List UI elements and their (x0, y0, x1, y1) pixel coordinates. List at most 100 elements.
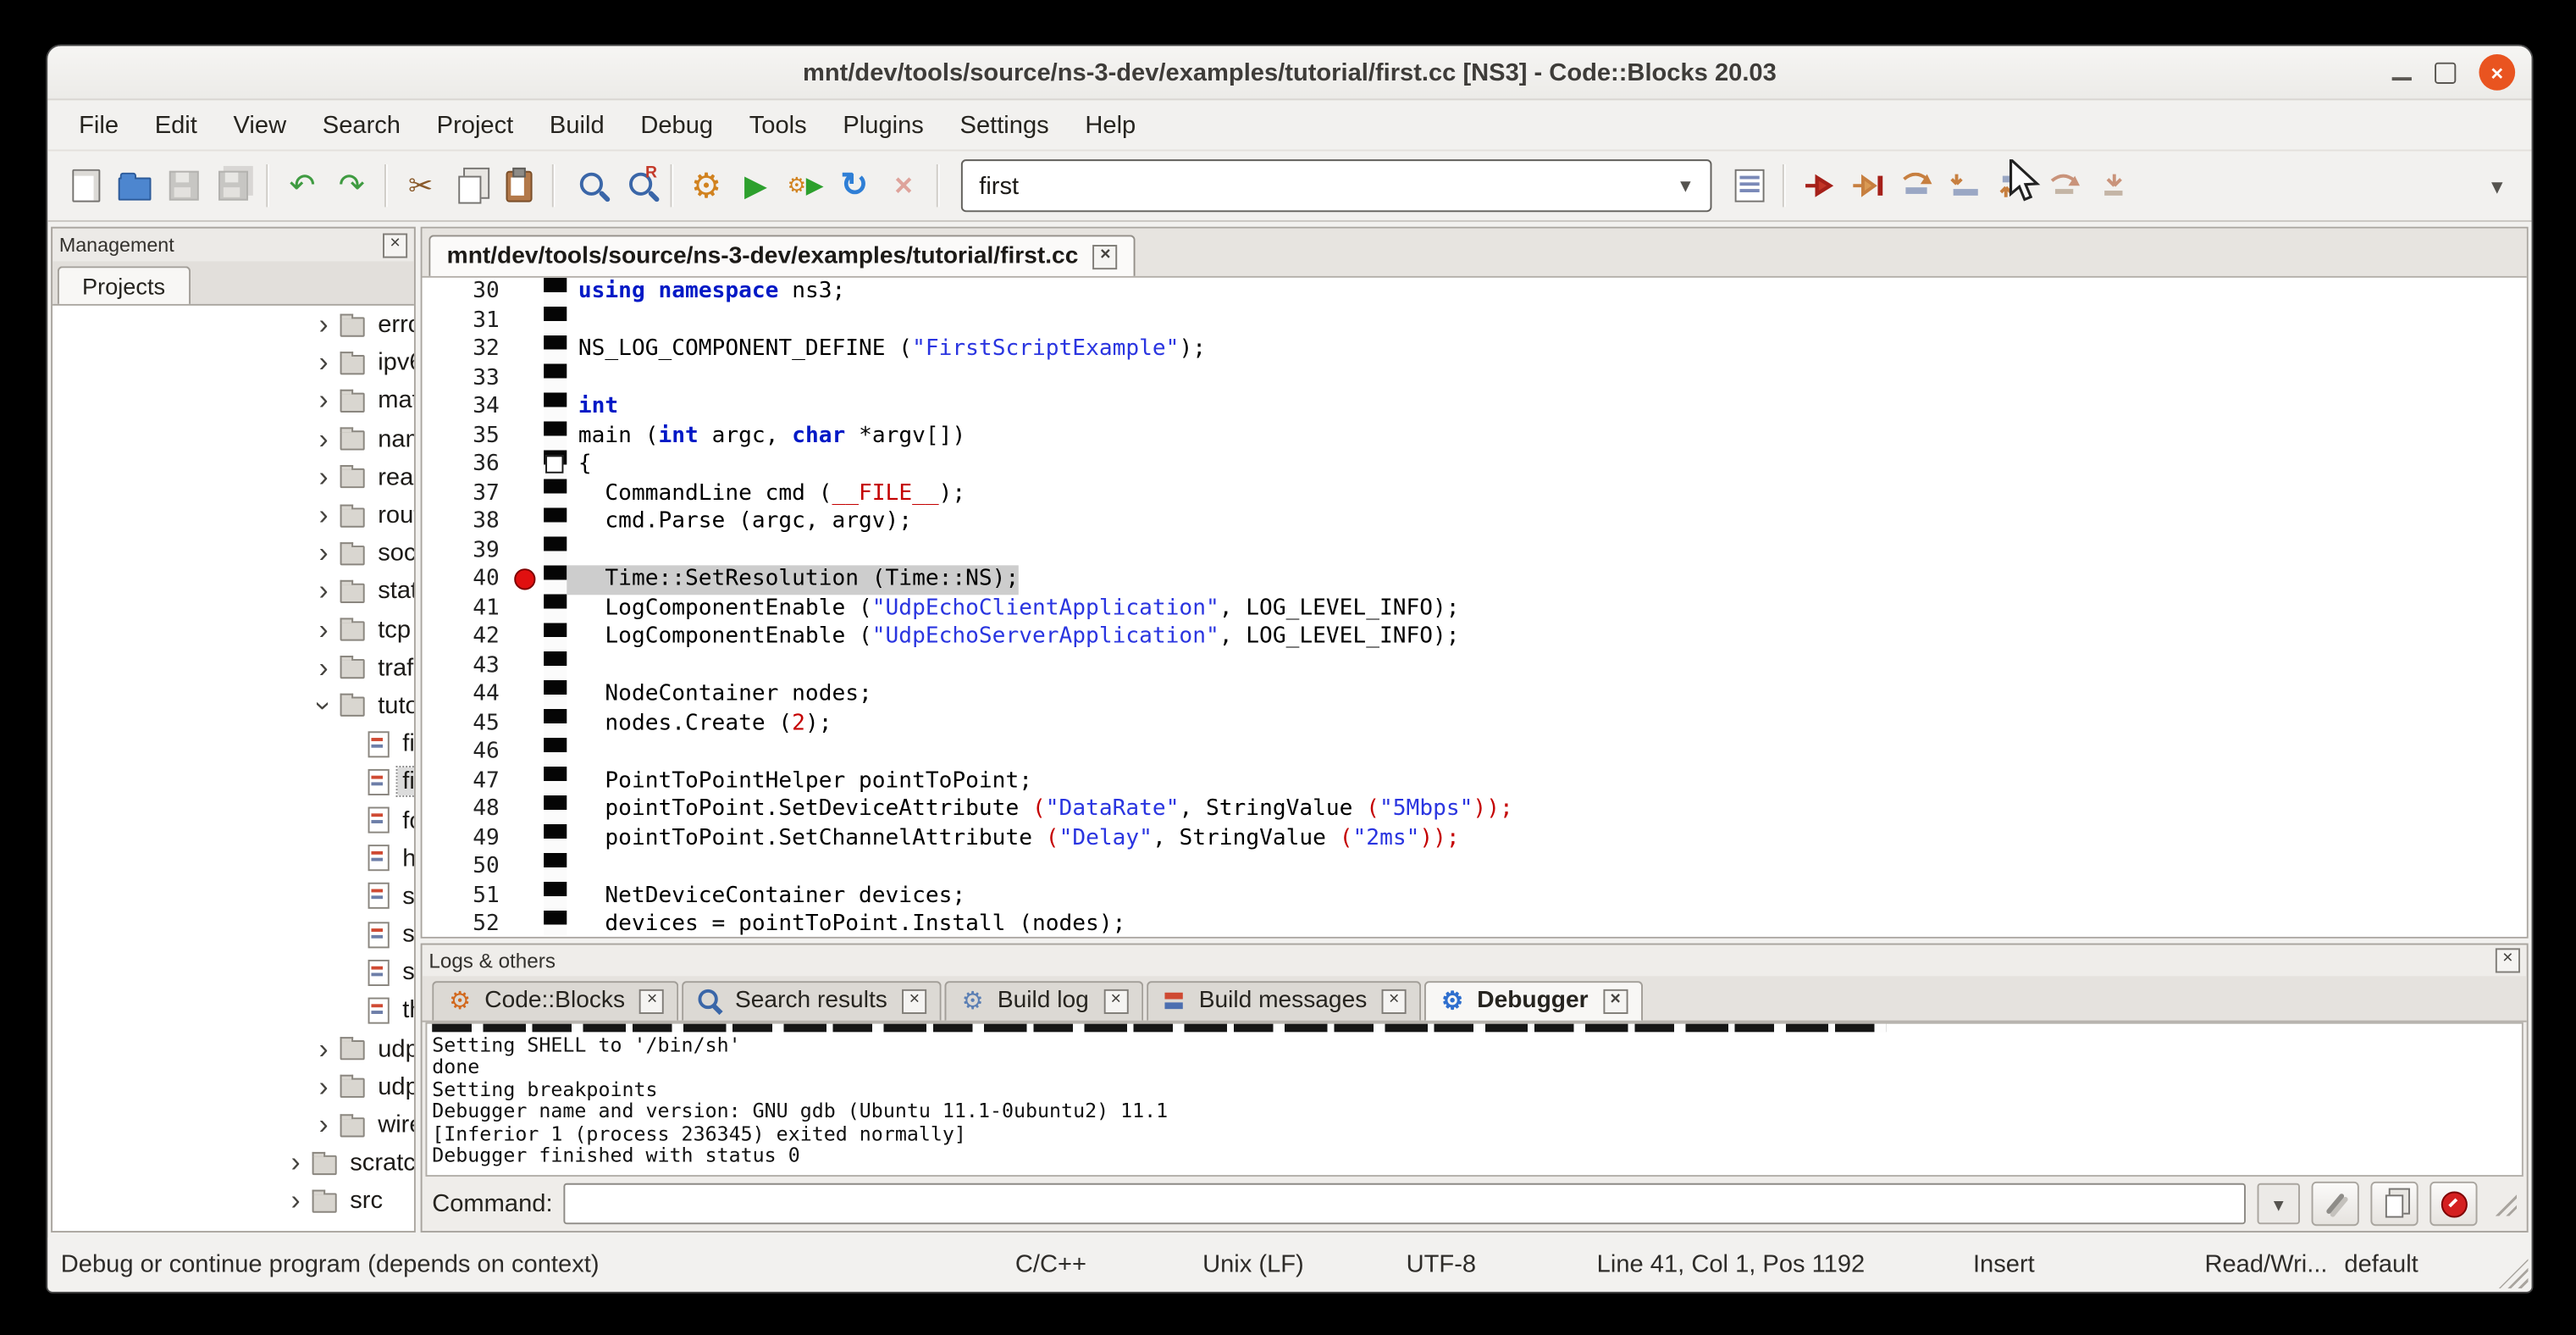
marker-margin[interactable] (511, 795, 544, 824)
tree-item-ipv6[interactable]: ›ipv6 (53, 344, 414, 382)
cut-button[interactable]: ✂ (396, 161, 445, 210)
target-options-button[interactable] (1725, 161, 1774, 210)
marker-margin[interactable] (511, 507, 544, 536)
tree-item-wire[interactable]: ›wire (53, 1105, 414, 1144)
tree-item-scratc[interactable]: ›scratc (53, 1144, 414, 1182)
marker-margin[interactable] (511, 594, 544, 623)
panel-resize-grip[interactable] (2492, 1192, 2517, 1216)
menu-edit[interactable]: Edit (136, 104, 215, 146)
line-number[interactable]: 42 (423, 623, 511, 651)
new-file-button[interactable] (61, 161, 110, 210)
tree-item-sock[interactable]: ›sock (53, 535, 414, 573)
line-number[interactable]: 34 (423, 393, 511, 422)
chevron-right-icon[interactable]: › (307, 1111, 340, 1139)
marker-margin[interactable] (511, 393, 544, 422)
tree-item-real[interactable]: ›real (53, 458, 414, 496)
chevron-right-icon[interactable]: › (307, 616, 340, 644)
tree-item-traf[interactable]: ›traf (53, 649, 414, 687)
marker-margin[interactable] (511, 824, 544, 853)
command-input[interactable] (564, 1183, 2246, 1225)
code-line-37[interactable]: 37 CommandLine cmd (__FILE__); (423, 479, 2527, 508)
line-number[interactable]: 32 (423, 335, 511, 364)
save-all-button[interactable] (208, 161, 257, 210)
marker-margin[interactable] (511, 335, 544, 364)
tree-item-se[interactable]: se (53, 878, 414, 916)
tree-item-fif[interactable]: fif (53, 725, 414, 763)
code-line-48[interactable]: 48 pointToPoint.SetDeviceAttribute ("Dat… (423, 795, 2527, 824)
close-button[interactable]: × (2479, 54, 2515, 91)
tree-item-mat[interactable]: ›mat (53, 382, 414, 420)
code-line-47[interactable]: 47 PointToPointHelper pointToPoint; (423, 767, 2527, 795)
next-line-button[interactable] (1893, 161, 1942, 210)
attach-button[interactable] (2312, 1182, 2359, 1226)
code-line-36[interactable]: 36{ (423, 451, 2527, 479)
menu-search[interactable]: Search (304, 104, 418, 146)
tree-item-stat[interactable]: ›stat (53, 573, 414, 611)
code-line-43[interactable]: 43 (423, 651, 2527, 680)
code-line-32[interactable]: 32NS_LOG_COMPONENT_DEFINE ("FirstScriptE… (423, 335, 2527, 364)
line-number[interactable]: 30 (423, 278, 511, 307)
chevron-down-icon[interactable]: › (310, 690, 338, 723)
marker-margin[interactable] (511, 479, 544, 508)
tree-item-fir[interactable]: fir (53, 763, 414, 801)
command-history-dropdown[interactable]: ▾ (2258, 1183, 2300, 1225)
chevron-right-icon[interactable]: › (307, 654, 340, 682)
line-number[interactable]: 47 (423, 767, 511, 795)
tree-item-fo[interactable]: fo (53, 801, 414, 839)
menu-help[interactable]: Help (1067, 104, 1154, 146)
line-number[interactable]: 38 (423, 507, 511, 536)
tree-item-tuto[interactable]: ›tuto (53, 687, 414, 725)
marker-margin[interactable] (511, 536, 544, 565)
code-editor[interactable]: 30using namespace ns3;3132NS_LOG_COMPONE… (423, 278, 2527, 937)
chevron-right-icon[interactable]: › (279, 1187, 312, 1215)
abort-build-button[interactable]: × (879, 161, 928, 210)
chevron-right-icon[interactable]: › (307, 540, 340, 568)
save-button[interactable] (159, 161, 208, 210)
build-and-run-button[interactable]: ⚙▶ (781, 161, 830, 210)
logs-close-button[interactable]: × (2496, 948, 2520, 972)
menu-settings[interactable]: Settings (942, 104, 1067, 146)
marker-margin[interactable] (511, 882, 544, 911)
marker-margin[interactable] (511, 853, 544, 882)
menu-plugins[interactable]: Plugins (825, 104, 942, 146)
close-icon[interactable]: × (640, 989, 665, 1013)
code-line-49[interactable]: 49 pointToPoint.SetChannelAttribute ("De… (423, 824, 2527, 853)
marker-margin[interactable] (511, 451, 544, 479)
title-bar[interactable]: mnt/dev/tools/source/ns-3-dev/examples/t… (47, 46, 2531, 100)
line-number[interactable]: 44 (423, 680, 511, 709)
chevron-right-icon[interactable]: › (307, 463, 340, 491)
menu-debug[interactable]: Debug (622, 104, 731, 146)
line-number[interactable]: 37 (423, 479, 511, 508)
chevron-right-icon[interactable]: › (279, 1149, 312, 1177)
step-into-instruction-button[interactable] (2090, 161, 2139, 210)
code-line-33[interactable]: 33 (423, 364, 2527, 393)
code-line-51[interactable]: 51 NetDeviceContainer devices; (423, 882, 2527, 911)
line-number[interactable]: 46 (423, 738, 511, 767)
logs-tab-build-log[interactable]: ⚙Build log× (945, 981, 1143, 1021)
chevron-right-icon[interactable]: › (307, 578, 340, 606)
chevron-right-icon[interactable]: › (307, 1035, 340, 1063)
code-line-30[interactable]: 30using namespace ns3; (423, 278, 2527, 307)
chevron-right-icon[interactable]: › (307, 387, 340, 415)
line-number[interactable]: 45 (423, 709, 511, 738)
maximize-button[interactable] (2435, 62, 2456, 83)
menu-view[interactable]: View (215, 104, 304, 146)
debugger-log[interactable]: Setting SHELL to '/bin/sh'doneSetting br… (425, 1022, 2523, 1177)
tree-item-se[interactable]: se (53, 916, 414, 954)
marker-margin[interactable] (511, 422, 544, 451)
marker-margin[interactable] (511, 709, 544, 738)
menu-project[interactable]: Project (418, 104, 531, 146)
code-line-44[interactable]: 44 NodeContainer nodes; (423, 680, 2527, 709)
run-button[interactable]: ▶ (731, 161, 780, 210)
code-line-45[interactable]: 45 nodes.Create (2); (423, 709, 2527, 738)
code-line-34[interactable]: 34int (423, 393, 2527, 422)
close-icon[interactable]: × (1382, 989, 1407, 1013)
minimize-button[interactable] (2392, 76, 2412, 80)
code-line-41[interactable]: 41 LogComponentEnable ("UdpEchoClientApp… (423, 594, 2527, 623)
code-line-39[interactable]: 39 (423, 536, 2527, 565)
tree-item-udp-[interactable]: ›udp- (53, 1068, 414, 1106)
editor-tab-close-button[interactable]: × (1093, 244, 1118, 269)
marker-margin[interactable] (511, 911, 544, 937)
marker-margin[interactable] (511, 623, 544, 651)
line-number[interactable]: 31 (423, 307, 511, 335)
